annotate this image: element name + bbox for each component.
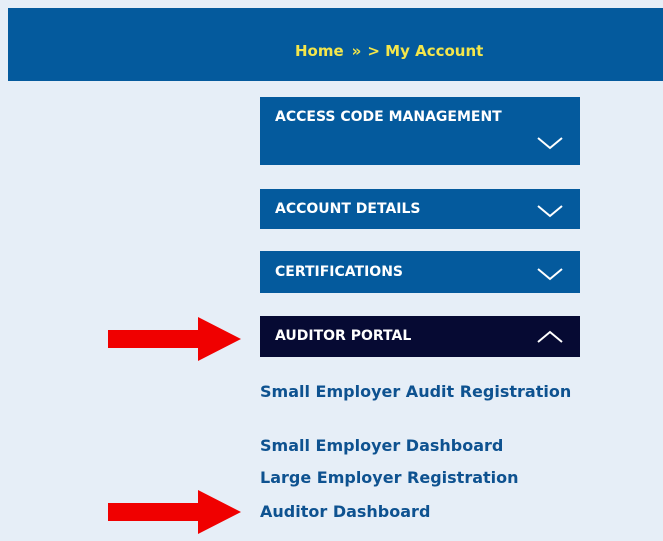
accordion-certifications[interactable]: CERTIFICATIONS bbox=[260, 251, 580, 293]
accordion-label: CERTIFICATIONS bbox=[275, 264, 404, 280]
breadcrumb: Home » > My Account bbox=[295, 41, 483, 61]
link-auditor-dashboard[interactable]: Auditor Dashboard bbox=[260, 502, 580, 522]
link-small-employer-audit-registration[interactable]: Small Employer Audit Registration bbox=[260, 382, 580, 402]
accordion-access-code-management[interactable]: ACCESS CODE MANAGEMENT bbox=[260, 97, 580, 165]
accordion-label: AUDITOR PORTAL bbox=[275, 328, 412, 344]
link-small-employer-dashboard[interactable]: Small Employer Dashboard bbox=[260, 436, 580, 456]
accordion-account-details[interactable]: ACCOUNT DETAILS bbox=[260, 189, 580, 229]
chevron-down-icon bbox=[536, 135, 564, 151]
chevron-down-icon bbox=[536, 266, 564, 282]
red-arrow-right-icon bbox=[108, 315, 243, 363]
page-header: Home » > My Account bbox=[8, 8, 663, 81]
breadcrumb-home-link[interactable]: Home bbox=[295, 42, 344, 60]
accordion-auditor-portal[interactable]: AUDITOR PORTAL bbox=[260, 316, 580, 357]
red-arrow-right-icon bbox=[108, 488, 243, 536]
link-large-employer-registration[interactable]: Large Employer Registration bbox=[260, 468, 580, 488]
breadcrumb-current: > My Account bbox=[367, 42, 484, 60]
chevron-down-icon bbox=[536, 203, 564, 219]
accordion-label: ACCESS CODE MANAGEMENT bbox=[275, 109, 502, 125]
breadcrumb-separator: » bbox=[351, 42, 362, 60]
accordion-label: ACCOUNT DETAILS bbox=[275, 201, 421, 217]
chevron-up-icon bbox=[536, 329, 564, 345]
